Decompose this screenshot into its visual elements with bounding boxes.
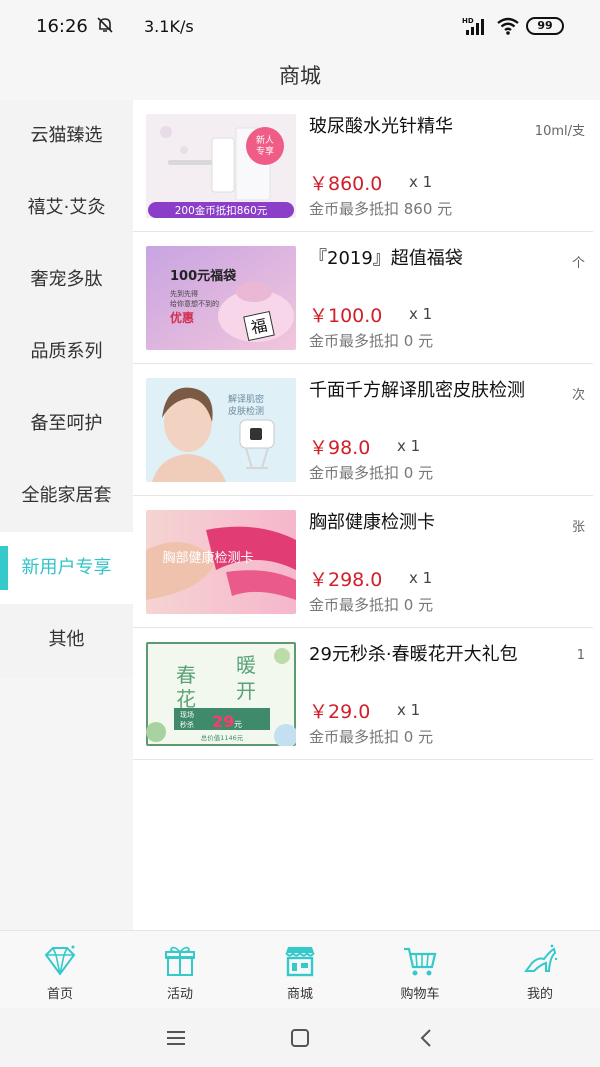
category-sidebar: 云猫臻选 禧艾·艾灸 奢宠多肽 品质系列 备至呵护 全能家居套 新用户专享 其他 bbox=[0, 100, 133, 678]
svg-text:优惠: 优惠 bbox=[170, 310, 194, 325]
product-unit: 1 bbox=[576, 648, 585, 663]
product-unit: 张 bbox=[571, 520, 585, 535]
sidebar-item-label: 新用户专享 bbox=[21, 557, 112, 578]
cart-icon bbox=[404, 947, 437, 976]
product-name: 玻尿酸水光针精华 bbox=[309, 116, 453, 137]
product-image: 春 暖 花 开 现场 秒杀 29 元 总价值1146元 bbox=[146, 642, 296, 746]
svg-text:给你意想不到的: 给你意想不到的 bbox=[170, 299, 219, 308]
status-bar: 16:26 3.1K/s HD 99 bbox=[0, 0, 600, 52]
sidebar-item-quality[interactable]: 品质系列 bbox=[0, 316, 133, 388]
tab-mall[interactable]: 商城 bbox=[240, 931, 360, 1009]
product-card[interactable]: 春 暖 花 开 现场 秒杀 29 元 总价值1146元 29元秒杀·春暖花开大礼… bbox=[133, 628, 593, 760]
home-icon[interactable] bbox=[286, 1024, 314, 1052]
signal-icon: HD bbox=[462, 17, 484, 35]
bottom-tab-bar: 首页 活动 商城 购物车 我的 bbox=[0, 930, 600, 1008]
network-type-label: HD bbox=[462, 17, 474, 25]
svg-text:暖: 暖 bbox=[236, 653, 256, 677]
sidebar-item-peptide[interactable]: 奢宠多肽 bbox=[0, 244, 133, 316]
product-price: ￥860.0 bbox=[309, 173, 383, 195]
back-icon[interactable] bbox=[412, 1024, 440, 1052]
product-card[interactable]: 新人 专享 200金币抵扣860元 玻尿酸水光针精华 10ml/支 ￥860.0… bbox=[133, 100, 593, 232]
tab-cart[interactable]: 购物车 bbox=[360, 931, 480, 1009]
product-quantity: x 1 bbox=[397, 437, 421, 455]
sidebar-item-new-user[interactable]: 新用户专享 bbox=[0, 532, 133, 604]
product-quantity: x 1 bbox=[409, 569, 433, 587]
mute-bell-icon bbox=[96, 16, 114, 39]
image-title: 100元福袋 bbox=[170, 268, 237, 284]
sidebar-item-home-set[interactable]: 全能家居套 bbox=[0, 460, 133, 532]
coin-deduction: 金币最多抵扣 0 元 bbox=[309, 728, 434, 746]
badge-line-2: 专享 bbox=[256, 145, 274, 157]
image-banner: 200金币抵扣860元 bbox=[175, 204, 268, 217]
menu-icon[interactable] bbox=[162, 1024, 190, 1052]
product-name: 胸部健康检测卡 bbox=[309, 512, 435, 533]
high-heel-icon bbox=[524, 944, 558, 972]
battery-icon: 99 bbox=[526, 17, 564, 35]
tab-profile[interactable]: 我的 bbox=[480, 931, 600, 1009]
tab-home[interactable]: 首页 bbox=[0, 931, 120, 1009]
product-name: 29元秒杀·春暖花开大礼包 bbox=[309, 644, 518, 665]
svg-text:总价值1146元: 总价值1146元 bbox=[201, 733, 244, 742]
product-price: ￥98.0 bbox=[309, 437, 371, 459]
product-card[interactable]: 胸部健康检测卡 胸部健康检测卡 张 ￥298.0 x 1 金币最多抵扣 0 元 bbox=[133, 496, 593, 628]
svg-text:29: 29 bbox=[212, 712, 234, 731]
image-title: 胸部健康检测卡 bbox=[162, 550, 253, 566]
product-price: ￥100.0 bbox=[309, 305, 383, 327]
svg-text:开: 开 bbox=[236, 679, 256, 703]
product-card[interactable]: 解译肌密 皮肤检测 千面千方解译肌密皮肤检测 次 ￥98.0 x 1 金币最多抵… bbox=[133, 364, 593, 496]
svg-text:春: 春 bbox=[176, 663, 196, 687]
tab-label: 首页 bbox=[46, 987, 73, 1002]
page-title: 商城 bbox=[279, 64, 321, 88]
coin-deduction: 金币最多抵扣 0 元 bbox=[309, 464, 434, 482]
product-quantity: x 1 bbox=[409, 305, 433, 323]
product-card[interactable]: 福 100元福袋 先到先得 给你意想不到的 优惠 『2019』超值福袋 个 ￥1… bbox=[133, 232, 593, 364]
tab-label: 活动 bbox=[166, 987, 193, 1002]
product-unit: 个 bbox=[571, 256, 585, 271]
product-name: 千面千方解译肌密皮肤检测 bbox=[309, 380, 525, 401]
product-image: 新人 专享 200金币抵扣860元 bbox=[146, 114, 296, 218]
sidebar-item-yunmao[interactable]: 云猫臻选 bbox=[0, 100, 133, 172]
title-bar: 商城 bbox=[0, 52, 600, 100]
product-unit: 次 bbox=[571, 388, 585, 403]
product-quantity: x 1 bbox=[397, 701, 421, 719]
svg-text:花: 花 bbox=[176, 687, 196, 711]
badge-line-1: 新人 bbox=[256, 134, 274, 146]
product-price: ￥29.0 bbox=[309, 701, 371, 723]
sidebar-item-moxibustion[interactable]: 禧艾·艾灸 bbox=[0, 172, 133, 244]
gift-icon bbox=[165, 946, 195, 976]
tab-label: 我的 bbox=[526, 987, 553, 1002]
coin-deduction: 金币最多抵扣 0 元 bbox=[309, 332, 434, 350]
sidebar-item-other[interactable]: 其他 bbox=[0, 604, 133, 676]
wifi-icon bbox=[497, 17, 519, 35]
coin-deduction: 金币最多抵扣 0 元 bbox=[309, 596, 434, 614]
network-speed: 3.1K/s bbox=[144, 17, 194, 36]
product-unit: 10ml/支 bbox=[534, 124, 585, 139]
coin-deduction: 金币最多抵扣 860 元 bbox=[309, 200, 453, 218]
svg-text:解译肌密: 解译肌密 bbox=[228, 393, 264, 405]
status-time: 16:26 bbox=[36, 16, 88, 37]
svg-text:元: 元 bbox=[234, 720, 242, 729]
svg-text:现场: 现场 bbox=[180, 710, 194, 719]
diamond-icon bbox=[44, 945, 76, 976]
product-list: 新人 专享 200金币抵扣860元 玻尿酸水光针精华 10ml/支 ￥860.0… bbox=[133, 100, 600, 930]
active-indicator bbox=[0, 546, 8, 590]
tab-label: 商城 bbox=[286, 987, 313, 1002]
product-image: 福 100元福袋 先到先得 给你意想不到的 优惠 bbox=[146, 246, 296, 350]
svg-text:先到先得: 先到先得 bbox=[170, 289, 198, 298]
tab-label: 购物车 bbox=[400, 987, 440, 1002]
product-name: 『2019』超值福袋 bbox=[309, 248, 463, 269]
svg-text:皮肤检测: 皮肤检测 bbox=[228, 405, 264, 417]
product-price: ￥298.0 bbox=[309, 569, 383, 591]
system-navigation-bar bbox=[0, 1008, 600, 1067]
product-image: 胸部健康检测卡 bbox=[146, 510, 296, 614]
tab-activity[interactable]: 活动 bbox=[120, 931, 240, 1009]
shop-icon bbox=[285, 947, 315, 977]
product-image: 解译肌密 皮肤检测 bbox=[146, 378, 296, 482]
product-quantity: x 1 bbox=[409, 173, 433, 191]
sidebar-item-care[interactable]: 备至呵护 bbox=[0, 388, 133, 460]
svg-text:秒杀: 秒杀 bbox=[180, 720, 194, 729]
